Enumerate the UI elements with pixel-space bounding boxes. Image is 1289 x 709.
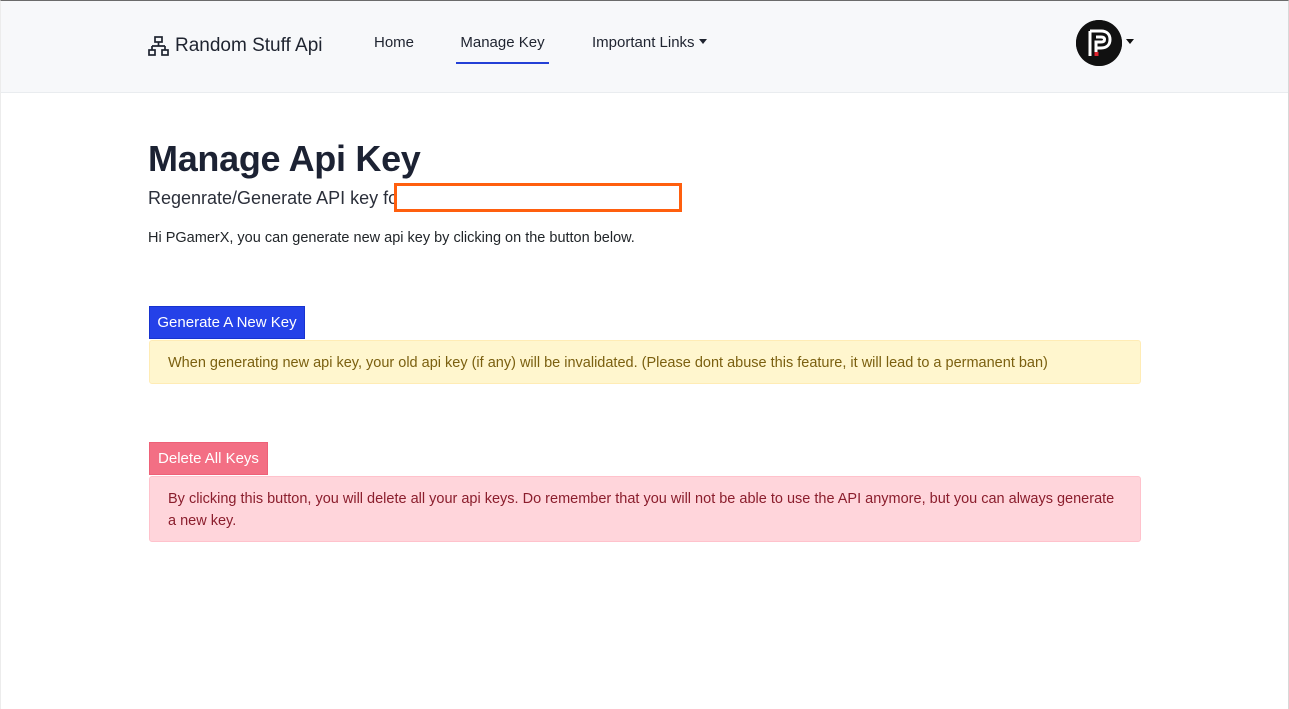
generate-key-button[interactable]: Generate A New Key: [149, 306, 305, 339]
pgamerx-logo-icon: [1076, 20, 1122, 66]
nav-important-links-label: Important Links: [592, 34, 695, 51]
redacted-email-box: [394, 183, 682, 212]
nav-manage-key[interactable]: Manage Key: [456, 34, 549, 64]
top-navbar: Random Stuff Api Home Manage Key Importa…: [1, 1, 1288, 93]
caret-down-icon: [698, 39, 707, 44]
sitemap-icon: [148, 35, 169, 56]
delete-all-keys-button[interactable]: Delete All Keys: [149, 442, 268, 475]
user-avatar[interactable]: [1076, 20, 1122, 66]
brand-name: Random Stuff Api: [175, 35, 323, 56]
nav-home[interactable]: Home: [374, 34, 414, 51]
delete-warning-alert: By clicking this button, you will delete…: [149, 476, 1141, 542]
page-subtitle: Regenrate/Generate API key for: [148, 188, 405, 208]
avatar-caret-down-icon[interactable]: [1126, 39, 1134, 44]
generate-warning-alert: When generating new api key, your old ap…: [149, 340, 1141, 384]
intro-text: Hi PGamerX, you can generate new api key…: [148, 230, 635, 246]
page-title: Manage Api Key: [148, 138, 421, 179]
nav-important-links-dropdown[interactable]: Important Links: [592, 34, 707, 51]
brand-link[interactable]: Random Stuff Api: [148, 35, 323, 57]
